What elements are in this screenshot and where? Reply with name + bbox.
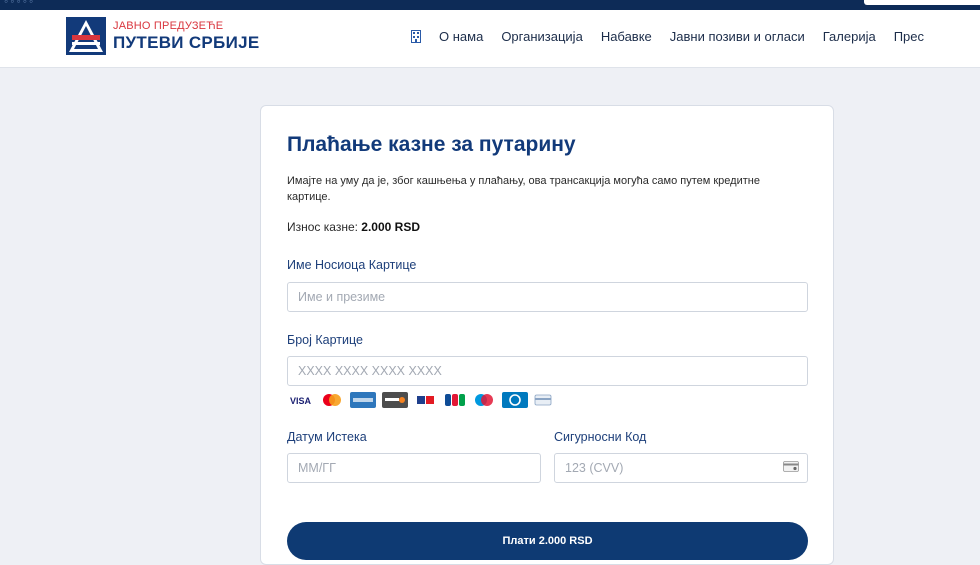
cardholder-label: Име Носиоца Картице bbox=[287, 258, 417, 272]
page-title: Плаћање казне за путарину bbox=[287, 133, 576, 156]
logo-small-text: ЈАВНО ПРЕДУЗЕЋЕ bbox=[113, 20, 224, 32]
cvv-label: Сигурносни Код bbox=[554, 430, 647, 444]
cvv-card-icon bbox=[783, 459, 799, 477]
main-nav: О нама Организација Набавке Јавни позиви… bbox=[409, 10, 942, 62]
mastercard-icon bbox=[320, 393, 344, 407]
top-strip: ◦◦◦◦◦ bbox=[0, 0, 980, 10]
search-box[interactable] bbox=[864, 0, 980, 5]
card-brands: VISA bbox=[288, 392, 558, 408]
logo-emblem-icon bbox=[66, 17, 106, 55]
nav-item-procurement[interactable]: Набавке bbox=[601, 29, 652, 44]
jcb-icon bbox=[444, 392, 466, 408]
logo-big-text: ПУТЕВИ СРБИЈЕ bbox=[113, 33, 260, 52]
fine-amount-label: Износ казне: bbox=[287, 220, 358, 234]
payment-card: Плаћање казне за путарину Имајте на уму … bbox=[260, 105, 834, 565]
fine-amount-value: 2.000 RSD bbox=[361, 220, 420, 234]
maestro-alt-icon bbox=[472, 393, 496, 407]
nav-item-about[interactable]: О нама bbox=[439, 29, 483, 44]
svg-text:VISA: VISA bbox=[290, 396, 312, 406]
site-logo[interactable]: ЈАВНО ПРЕДУЗЕЋЕ ПУТЕВИ СРБИЈЕ bbox=[66, 17, 259, 55]
nav-item-press[interactable]: Прес bbox=[894, 29, 924, 44]
cardholder-input[interactable] bbox=[287, 282, 808, 312]
generic-card-icon bbox=[534, 393, 552, 407]
fine-amount: Износ казне: 2.000 RSD bbox=[287, 220, 420, 234]
diners-icon bbox=[502, 392, 528, 408]
maestro-icon bbox=[414, 392, 438, 408]
nav-item-gallery[interactable]: Галерија bbox=[823, 29, 876, 44]
expiry-label: Датум Истека bbox=[287, 430, 367, 444]
expiry-input[interactable] bbox=[287, 453, 541, 483]
nav-item-organization[interactable]: Организација bbox=[501, 29, 583, 44]
payment-notice: Имајте на уму да је, због кашњења у плаћ… bbox=[287, 175, 760, 203]
card-number-label: Број Картице bbox=[287, 333, 363, 347]
pay-button[interactable]: Плати 2.000 RSD bbox=[287, 522, 808, 560]
visa-icon: VISA bbox=[288, 393, 314, 407]
cvv-input[interactable] bbox=[554, 453, 808, 483]
site-header: ЈАВНО ПРЕДУЗЕЋЕ ПУТЕВИ СРБИЈЕ О нама Орг… bbox=[0, 10, 980, 68]
building-icon[interactable] bbox=[409, 29, 423, 43]
card-number-input[interactable] bbox=[287, 356, 808, 386]
amex-icon bbox=[350, 392, 376, 408]
top-strip-decoration: ◦◦◦◦◦ bbox=[4, 0, 36, 8]
nav-item-public-calls[interactable]: Јавни позиви и огласи bbox=[670, 29, 805, 44]
discover-icon bbox=[382, 392, 408, 408]
